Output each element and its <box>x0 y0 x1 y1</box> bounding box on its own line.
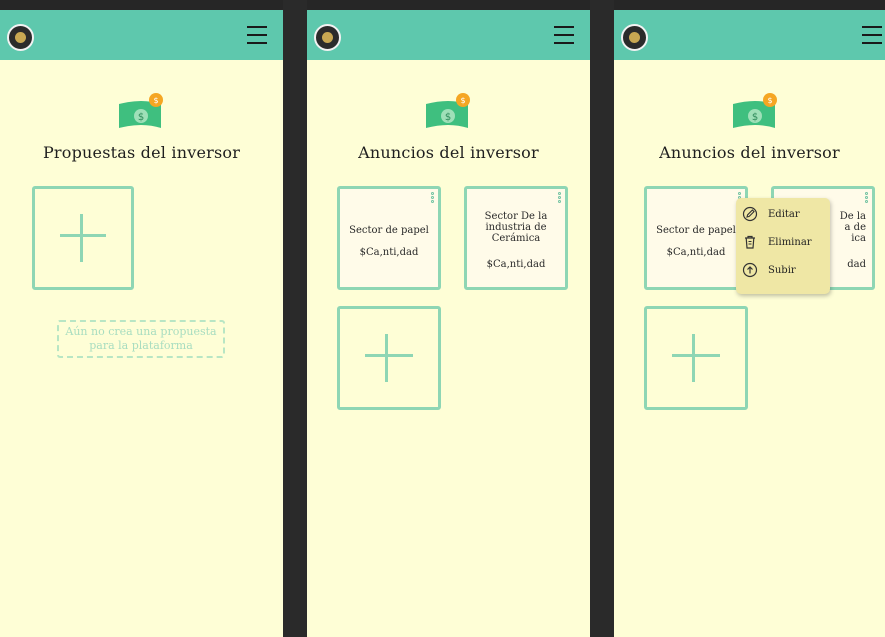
app-header <box>0 10 283 60</box>
money-bill-icon: $ $ <box>119 93 163 128</box>
menu-item-subir[interactable]: Subir <box>742 260 796 280</box>
status-strip <box>0 0 283 10</box>
screen-anuncios: $ $ Anuncios del inversor Sector de pape… <box>307 0 590 637</box>
menu-item-eliminar[interactable]: Eliminar <box>742 232 812 252</box>
svg-text:$: $ <box>767 96 772 105</box>
svg-text:$: $ <box>445 112 451 123</box>
menu-item-label: Eliminar <box>768 236 812 248</box>
ad-card-amount: $Ca,nti,dad <box>486 259 546 270</box>
page-title: Anuncios del inversor <box>659 143 840 162</box>
more-options-icon[interactable] <box>558 192 562 203</box>
more-options-icon[interactable] <box>865 192 869 203</box>
svg-text:$: $ <box>138 112 144 123</box>
ad-card-name: Sector de papel <box>349 225 429 236</box>
ad-card[interactable]: Sector de papel $Ca,nti,dad <box>337 186 441 290</box>
svg-text:$: $ <box>460 96 465 105</box>
ad-card-name-partial: De la a de ica <box>839 211 866 244</box>
edit-icon <box>742 206 758 222</box>
menu-item-label: Subir <box>768 264 796 276</box>
logo-icon[interactable] <box>314 24 341 51</box>
app-header <box>307 10 590 60</box>
app-header <box>614 10 885 60</box>
svg-text:$: $ <box>153 96 158 105</box>
status-strip <box>307 0 590 10</box>
ad-card-amount: $Ca,nti,dad <box>666 247 726 258</box>
ad-card[interactable]: Sector De la industria de Cerámica $Ca,n… <box>464 186 568 290</box>
upload-icon <box>742 262 758 278</box>
context-menu: Editar Eliminar Subir <box>736 198 830 294</box>
menu-item-label: Editar <box>768 208 800 220</box>
logo-icon[interactable] <box>621 24 648 51</box>
more-options-icon[interactable] <box>431 192 435 203</box>
screen-anuncios-menu: $ $ Anuncios del inversor Sector de pape… <box>614 0 885 637</box>
ad-card-amount: $Ca,nti,dad <box>359 247 419 258</box>
trash-icon <box>745 235 755 249</box>
svg-text:$: $ <box>752 112 758 123</box>
page-title: Propuestas del inversor <box>42 143 241 162</box>
menu-item-editar[interactable]: Editar <box>742 204 800 224</box>
money-bill-icon: $ $ <box>426 93 470 128</box>
add-ad-button[interactable] <box>337 306 441 410</box>
empty-state-message: Aún no crea una propuesta para la plataf… <box>57 320 225 358</box>
hamburger-menu-icon[interactable] <box>860 23 884 47</box>
ad-card-amount-partial: dad <box>847 259 866 270</box>
logo-icon[interactable] <box>7 24 34 51</box>
page-title: Anuncios del inversor <box>358 143 539 162</box>
hamburger-menu-icon[interactable] <box>245 23 269 47</box>
money-bill-icon: $ $ <box>733 93 777 128</box>
ad-card[interactable]: Sector de papel $Ca,nti,dad <box>644 186 748 290</box>
add-ad-button[interactable] <box>644 306 748 410</box>
screen-propuestas: $ $ Propuestas del inversor Aún no crea … <box>0 0 283 637</box>
hamburger-menu-icon[interactable] <box>552 23 576 47</box>
ad-card-name: Sector de papel <box>656 225 736 236</box>
status-strip <box>614 0 885 10</box>
ad-card-name: Sector De la industria de Cerámica <box>484 211 548 244</box>
add-proposal-button[interactable] <box>32 186 134 290</box>
